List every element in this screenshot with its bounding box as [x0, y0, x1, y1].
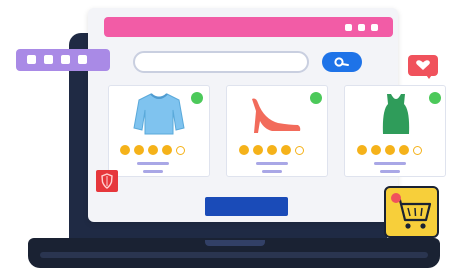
rating-star-empty: [176, 146, 185, 155]
menu-dot: [27, 55, 36, 64]
product-price-line: [262, 170, 282, 173]
search-button[interactable]: [322, 52, 362, 72]
rating-star: [399, 145, 409, 155]
rating-star: [267, 145, 277, 155]
shopping-cart-icon: [391, 193, 432, 229]
sale-badge: [96, 170, 118, 192]
search-icon: [334, 57, 349, 67]
shield-icon: [101, 173, 113, 189]
rating-star: [253, 145, 263, 155]
rating-star: [281, 145, 291, 155]
high-heel-icon: [252, 98, 301, 133]
product-price-line: [143, 170, 163, 173]
rating-star-empty: [413, 146, 422, 155]
checkout-button[interactable]: [205, 197, 288, 216]
search-input[interactable]: [133, 51, 309, 73]
available-dot: [191, 92, 203, 104]
laptop-notch: [205, 240, 265, 246]
rating-star: [162, 145, 172, 155]
tank-top-icon: [382, 94, 410, 134]
rating-star: [134, 145, 144, 155]
rating-star: [148, 145, 158, 155]
rating-star: [239, 145, 249, 155]
window-control-dot[interactable]: [358, 24, 365, 31]
sweater-icon: [133, 93, 185, 135]
rating-star-empty: [295, 146, 304, 155]
cart-card[interactable]: [384, 186, 439, 238]
notification-tail: [424, 72, 434, 79]
rating-star: [120, 145, 130, 155]
menu-dot: [44, 55, 53, 64]
product-name-line: [374, 162, 406, 165]
menu-dot: [61, 55, 70, 64]
available-dot: [429, 92, 441, 104]
window-control-dot[interactable]: [345, 24, 352, 31]
product-name-line: [137, 162, 169, 165]
product-price-line: [380, 170, 400, 173]
rating-star: [385, 145, 395, 155]
rating-star: [357, 145, 367, 155]
menu-dot: [78, 55, 87, 64]
rating-star: [371, 145, 381, 155]
window-control-dot[interactable]: [371, 24, 378, 31]
laptop-base-lip: [40, 252, 428, 258]
available-dot: [310, 92, 322, 104]
product-name-line: [256, 162, 288, 165]
